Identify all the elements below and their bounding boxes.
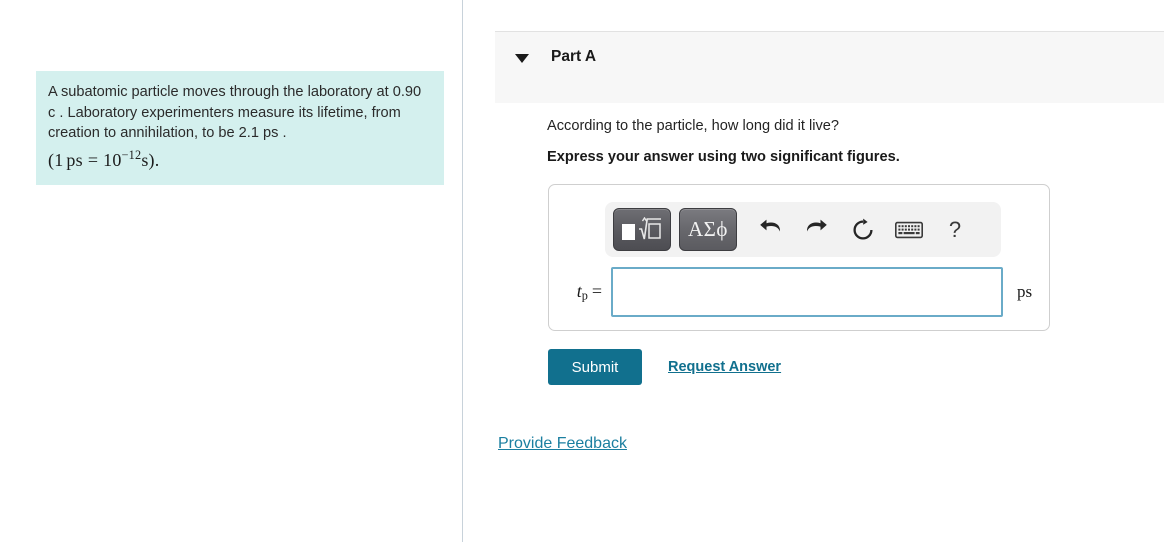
redo-button[interactable] xyxy=(794,209,840,250)
undo-icon xyxy=(760,219,781,231)
answer-subscript: p xyxy=(581,288,588,303)
question-text: According to the particle, how long did … xyxy=(547,118,840,134)
formula-exponent: −12 xyxy=(121,147,142,162)
keyboard-icon xyxy=(895,221,923,238)
math-template-button[interactable] xyxy=(613,208,671,251)
provide-feedback-link[interactable]: Provide Feedback xyxy=(498,435,627,453)
submit-button[interactable]: Submit xyxy=(548,349,642,385)
instruction-text: Express your answer using two significan… xyxy=(547,149,900,165)
collapse-toggle[interactable] xyxy=(515,54,529,63)
formula-base: 10 xyxy=(103,149,122,170)
problem-pane: A subatomic particle moves through the l… xyxy=(0,0,462,542)
part-a-header[interactable]: Part A xyxy=(495,31,1164,103)
reset-button[interactable] xyxy=(840,209,886,250)
problem-statement-panel: A subatomic particle moves through the l… xyxy=(36,71,444,185)
math-toolbar: ΑΣϕ ? xyxy=(605,202,1001,257)
answer-variable-label: tp = xyxy=(566,281,602,304)
answer-equals-sign: = xyxy=(591,280,602,301)
problem-statement-text: A subatomic particle moves through the l… xyxy=(48,84,422,141)
help-question-mark-icon: ? xyxy=(948,216,962,242)
formula-equals: = xyxy=(87,149,99,170)
undo-button[interactable] xyxy=(748,209,794,250)
answer-input-row: tp = ps xyxy=(549,267,1049,317)
formula-unit-ps: ps xyxy=(66,149,83,170)
request-answer-link[interactable]: Request Answer xyxy=(668,359,781,375)
answer-input[interactable] xyxy=(611,267,1003,317)
greek-symbols-button[interactable]: ΑΣϕ xyxy=(679,208,737,251)
answer-entry-container: ΑΣϕ ? tp = ps xyxy=(548,184,1050,331)
formula-tail: s). xyxy=(141,149,160,170)
answer-pane: Part A According to the particle, how lo… xyxy=(463,0,1164,542)
answer-unit-label: ps xyxy=(1017,282,1033,301)
part-title: Part A xyxy=(551,48,597,65)
formula-open-paren: (1 xyxy=(48,149,64,170)
chevron-down-icon xyxy=(515,54,529,63)
action-row: Submit Request Answer xyxy=(548,349,781,385)
help-button[interactable]: ? xyxy=(932,209,978,250)
greek-symbols-label: ΑΣϕ xyxy=(688,217,728,241)
problem-statement-formula: (1 ps = 10−12s). xyxy=(48,147,432,171)
redo-icon xyxy=(806,219,827,231)
keyboard-button[interactable] xyxy=(886,209,932,250)
math-template-icon xyxy=(622,216,661,240)
reset-circular-arrow-icon xyxy=(853,218,873,240)
